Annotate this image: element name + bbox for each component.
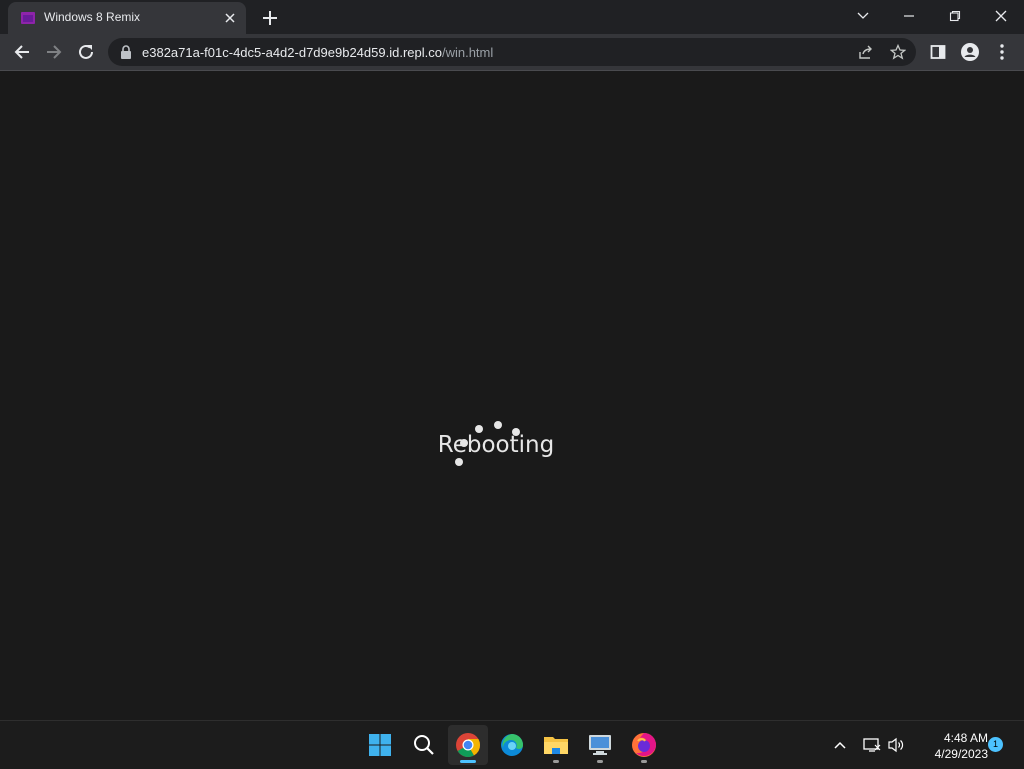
volume-icon[interactable] <box>886 735 906 755</box>
address-bar[interactable]: e382a71a-f01c-4dc5-a4d2-d7d9e9b24d59.id.… <box>108 38 916 66</box>
tab-title: Windows 8 Remix <box>44 10 141 24</box>
chrome-icon <box>456 733 480 758</box>
page-content: Rebooting <box>0 71 1024 720</box>
computer-icon <box>589 735 611 755</box>
taskbar-app-file-explorer[interactable] <box>536 725 576 765</box>
share-icon[interactable] <box>856 42 876 62</box>
back-arrow-icon[interactable] <box>8 38 36 66</box>
browser-tab-strip: Windows 8 Remix <box>0 0 1024 34</box>
purple-window-icon <box>20 10 36 26</box>
notification-badge[interactable]: 1 <box>988 737 1003 752</box>
taskbar-app-this-pc[interactable] <box>580 725 620 765</box>
system-clock[interactable]: 4:48 AM 4/29/2023 <box>908 730 988 762</box>
running-indicator <box>553 760 559 763</box>
firefox-icon <box>632 733 656 757</box>
taskbar: 4:48 AM 4/29/2023 1 <box>0 720 1024 769</box>
running-indicator <box>460 760 476 763</box>
running-indicator <box>641 760 647 763</box>
running-indicator <box>597 760 603 763</box>
menu-kebab-icon[interactable] <box>988 38 1016 66</box>
side-panel-icon[interactable] <box>924 38 952 66</box>
folder-icon <box>544 737 568 754</box>
bookmark-star-icon[interactable] <box>888 42 908 62</box>
taskbar-app-chrome[interactable] <box>448 725 488 765</box>
url-path: /win.html <box>441 45 494 60</box>
new-tab-icon[interactable] <box>258 6 282 30</box>
taskbar-app-edge[interactable] <box>492 725 532 765</box>
browser-toolbar: e382a71a-f01c-4dc5-a4d2-d7d9e9b24d59.id.… <box>0 34 1024 70</box>
show-hidden-icons-chevron-icon[interactable] <box>830 735 850 755</box>
url-host: e382a71a-f01c-4dc5-a4d2-d7d9e9b24d59.id.… <box>142 45 442 60</box>
lock-icon[interactable] <box>120 45 132 64</box>
close-window-icon[interactable] <box>978 0 1024 32</box>
browser-tab[interactable]: Windows 8 Remix <box>8 2 246 34</box>
search-button[interactable] <box>404 725 444 765</box>
clock-date: 4/29/2023 <box>934 747 988 761</box>
minimize-icon[interactable] <box>886 0 932 32</box>
profile-icon[interactable] <box>956 38 984 66</box>
close-tab-icon[interactable] <box>220 8 240 28</box>
spinner-dot <box>494 421 502 429</box>
taskbar-app-firefox[interactable] <box>624 725 664 765</box>
spinner-dot <box>455 458 463 466</box>
network-icon[interactable] <box>862 735 882 755</box>
url-text: e382a71a-f01c-4dc5-a4d2-d7d9e9b24d59.id.… <box>142 45 493 60</box>
edge-icon <box>501 734 523 756</box>
reload-icon[interactable] <box>72 38 100 66</box>
restore-icon[interactable] <box>932 0 978 32</box>
search-icon <box>414 735 434 755</box>
status-text: Rebooting <box>437 432 555 458</box>
windows-logo-icon <box>369 734 391 756</box>
forward-arrow-icon[interactable] <box>40 38 68 66</box>
tab-search-chevron-icon[interactable] <box>840 0 886 32</box>
start-button[interactable] <box>360 725 400 765</box>
clock-time: 4:48 AM <box>943 731 988 745</box>
